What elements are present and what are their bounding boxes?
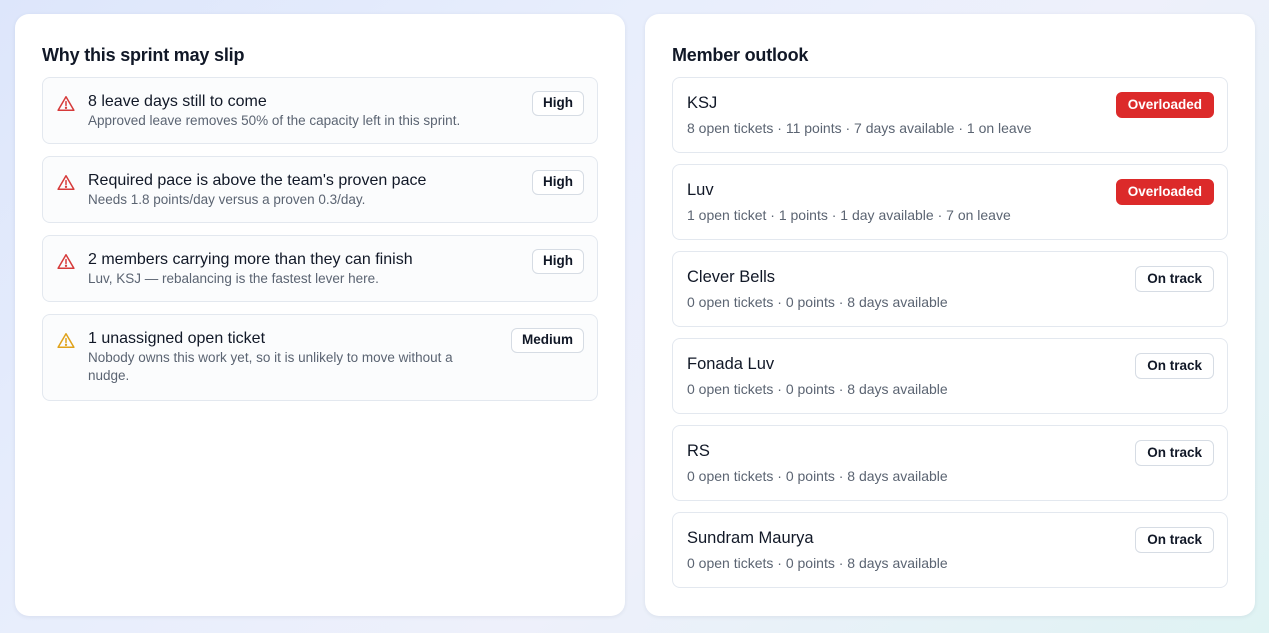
risk-description: Approved leave removes 50% of the capaci… — [88, 113, 461, 128]
member-stats: 0 open tickets · 0 points · 8 days avail… — [687, 468, 948, 484]
risk-title: Required pace is above the team's proven… — [88, 172, 427, 189]
warning-triangle-icon — [57, 333, 75, 348]
risk-list: 8 leave days still to come Approved leav… — [42, 77, 598, 413]
warning-triangle-icon — [57, 96, 75, 111]
member-outlook-panel: Member outlook KSJ 8 open tickets · 11 p… — [645, 14, 1255, 616]
severity-badge: High — [532, 249, 584, 274]
risk-card: Required pace is above the team's proven… — [42, 156, 598, 223]
risk-card: 1 unassigned open ticket Nobody owns thi… — [42, 314, 598, 401]
status-badge: Overloaded — [1115, 92, 1214, 118]
severity-badge: High — [532, 170, 584, 195]
risk-title: 2 members carrying more than they can fi… — [88, 251, 413, 268]
risk-description: Luv, KSJ — rebalancing is the fastest le… — [88, 271, 379, 286]
risk-description: Nobody owns this work yet, so it is unli… — [88, 350, 453, 383]
sprint-risks-panel: Why this sprint may slip 8 leave days st… — [15, 14, 625, 616]
member-name: Fonada Luv — [687, 355, 775, 373]
member-card[interactable]: Fonada Luv 0 open tickets · 0 points · 8… — [672, 338, 1228, 414]
member-card[interactable]: RS 0 open tickets · 0 points · 8 days av… — [672, 425, 1228, 501]
status-badge: On track — [1135, 440, 1214, 466]
risk-card: 2 members carrying more than they can fi… — [42, 235, 598, 302]
member-stats: 0 open tickets · 0 points · 8 days avail… — [687, 294, 948, 310]
severity-badge: High — [532, 91, 584, 116]
member-stats: 1 open ticket · 1 points · 1 day availab… — [687, 207, 1011, 223]
status-badge: On track — [1135, 527, 1214, 553]
warning-triangle-icon — [57, 254, 75, 269]
member-outlook-title: Member outlook — [672, 45, 809, 65]
status-badge: On track — [1135, 266, 1214, 292]
sprint-risks-title: Why this sprint may slip — [42, 45, 245, 65]
risk-card: 8 leave days still to come Approved leav… — [42, 77, 598, 144]
severity-badge: Medium — [510, 328, 584, 353]
member-card[interactable]: KSJ 8 open tickets · 11 points · 7 days … — [672, 77, 1228, 153]
risk-title: 8 leave days still to come — [88, 93, 267, 110]
member-name: RS — [687, 442, 710, 460]
member-name: Clever Bells — [687, 268, 776, 286]
member-card[interactable]: Clever Bells 0 open tickets · 0 points ·… — [672, 251, 1228, 327]
status-badge: Overloaded — [1115, 179, 1214, 205]
member-card[interactable]: Sundram Maurya 0 open tickets · 0 points… — [672, 512, 1228, 588]
member-stats: 0 open tickets · 0 points · 8 days avail… — [687, 381, 948, 397]
risk-description: Needs 1.8 points/day versus a proven 0.3… — [88, 192, 366, 207]
member-list: KSJ 8 open tickets · 11 points · 7 days … — [672, 77, 1228, 599]
warning-triangle-icon — [57, 175, 75, 190]
risk-title: 1 unassigned open ticket — [88, 330, 266, 347]
member-stats: 0 open tickets · 0 points · 8 days avail… — [687, 555, 948, 571]
member-card[interactable]: Luv 1 open ticket · 1 points · 1 day ava… — [672, 164, 1228, 240]
member-name: Sundram Maurya — [687, 529, 814, 547]
status-badge: On track — [1135, 353, 1214, 379]
member-stats: 8 open tickets · 11 points · 7 days avai… — [687, 120, 1032, 136]
